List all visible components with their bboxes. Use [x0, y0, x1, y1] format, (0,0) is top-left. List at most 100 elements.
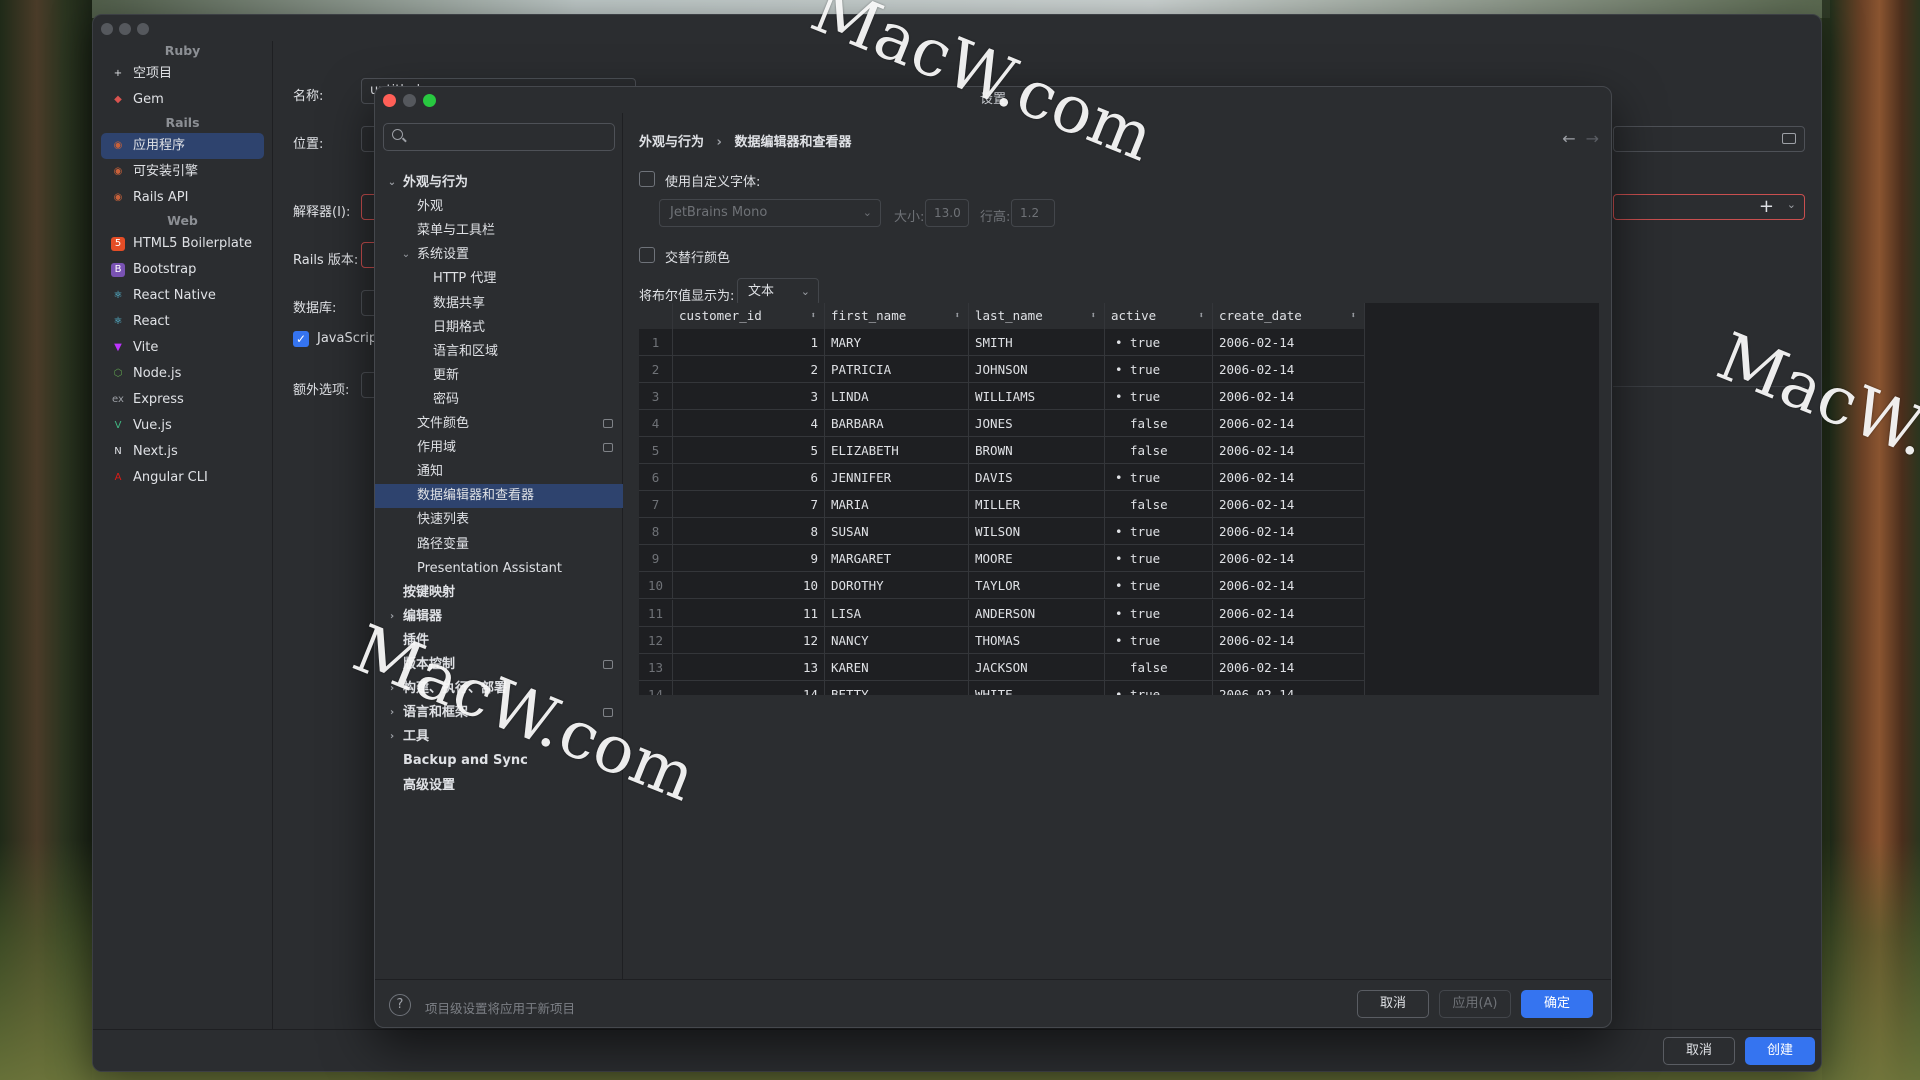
table-cell[interactable]: 2006-02-14	[1213, 356, 1365, 384]
table-cell[interactable]: • true	[1105, 545, 1213, 573]
table-cell[interactable]: 10	[673, 572, 825, 600]
table-cell[interactable]: 12	[673, 626, 825, 654]
table-cell[interactable]: 11	[673, 599, 825, 627]
font-select[interactable]: JetBrains Mono ⌄	[659, 199, 881, 227]
table-cell[interactable]: WILSON	[969, 518, 1105, 546]
table-cell[interactable]: • true	[1105, 329, 1213, 356]
table-cell[interactable]: DAVIS	[969, 464, 1105, 492]
settings-tree-item[interactable]: HTTP 代理	[375, 267, 623, 291]
chevron-down-icon[interactable]: ⌄	[387, 171, 397, 195]
table-cell[interactable]: 2006-02-14	[1213, 572, 1365, 600]
table-row[interactable]: 9 9 MARGARET MOORE • true 2006-02-14	[639, 545, 1365, 573]
sidebar-item[interactable]: V Vue.js	[101, 413, 264, 439]
chevron-right-icon[interactable]: ›	[387, 725, 397, 749]
table-cell[interactable]: • true	[1105, 464, 1213, 492]
close-window-button[interactable]	[101, 23, 113, 35]
minimize-settings-button[interactable]	[403, 94, 416, 107]
table-cell[interactable]: false	[1105, 491, 1213, 519]
table-cell[interactable]: 2006-02-14	[1213, 626, 1365, 654]
settings-tree-item[interactable]: ⌄ 外观与行为	[375, 171, 623, 195]
table-cell[interactable]: PATRICIA	[825, 356, 969, 384]
table-row[interactable]: 2 2 PATRICIA JOHNSON • true 2006-02-14	[639, 356, 1365, 384]
sidebar-item[interactable]: + 空项目	[101, 61, 264, 87]
sort-icon[interactable]: ⬍	[811, 303, 816, 329]
table-cell[interactable]: 8	[673, 518, 825, 546]
table-cell[interactable]: ELIZABETH	[825, 437, 969, 465]
grid-column-header[interactable]: first_name ⬍	[825, 303, 969, 329]
table-cell[interactable]: 2	[673, 356, 825, 384]
table-cell[interactable]: LINDA	[825, 383, 969, 411]
location-field-end[interactable]	[1613, 126, 1805, 152]
table-cell[interactable]: • true	[1105, 383, 1213, 411]
settings-tree-item[interactable]: 日期格式	[375, 316, 623, 340]
add-interpreter-icon[interactable]: +	[1759, 196, 1774, 217]
table-cell[interactable]: false	[1105, 653, 1213, 681]
table-cell[interactable]: 7	[673, 491, 825, 519]
zoom-settings-button[interactable]	[423, 94, 436, 107]
table-cell[interactable]: 2006-02-14	[1213, 653, 1365, 681]
grid-column-header[interactable]: last_name ⬍	[969, 303, 1105, 329]
table-cell[interactable]: THOMAS	[969, 626, 1105, 654]
sidebar-item[interactable]: 5 HTML5 Boilerplate	[101, 231, 264, 257]
table-cell[interactable]: JENNIFER	[825, 464, 969, 492]
table-cell[interactable]: 2006-02-14	[1213, 329, 1365, 356]
grid-column-header[interactable]: customer_id ⬍	[673, 303, 825, 329]
table-cell[interactable]: 2006-02-14	[1213, 491, 1365, 519]
table-row[interactable]: 3 3 LINDA WILLIAMS • true 2006-02-14	[639, 383, 1365, 411]
table-cell[interactable]: SMITH	[969, 329, 1105, 356]
forward-arrow-icon[interactable]: →	[1586, 129, 1599, 148]
settings-tree-item[interactable]: 数据编辑器和查看器	[375, 484, 623, 509]
settings-tree-item[interactable]: 语言和区域	[375, 340, 623, 364]
project-cancel-button[interactable]: 取消	[1663, 1037, 1735, 1065]
table-row[interactable]: 13 13 KAREN JACKSON false 2006-02-14	[639, 653, 1365, 681]
table-cell[interactable]: 9	[673, 545, 825, 573]
table-cell[interactable]: false	[1105, 437, 1213, 465]
settings-tree-item[interactable]: 通知	[375, 460, 623, 484]
zoom-window-button[interactable]	[137, 23, 149, 35]
close-settings-button[interactable]	[383, 94, 396, 107]
sidebar-item[interactable]: B Bootstrap	[101, 257, 264, 283]
grid-column-header[interactable]: active ⬍	[1105, 303, 1213, 329]
settings-tree-item[interactable]: Presentation Assistant	[375, 557, 623, 581]
table-cell[interactable]: MILLER	[969, 491, 1105, 519]
alternate-row-checkbox[interactable]	[639, 247, 655, 263]
table-cell[interactable]: NANCY	[825, 626, 969, 654]
line-height-input[interactable]: 1.2	[1011, 199, 1055, 227]
table-cell[interactable]: 2006-02-14	[1213, 599, 1365, 627]
settings-tree-item[interactable]: 按键映射	[375, 581, 623, 605]
sort-icon[interactable]: ⬍	[1351, 303, 1356, 329]
table-cell[interactable]: 4	[673, 410, 825, 438]
table-cell[interactable]: 2006-02-14	[1213, 464, 1365, 492]
table-row[interactable]: 1 1 MARY SMITH • true 2006-02-14	[639, 329, 1365, 356]
table-cell[interactable]: 2006-02-14	[1213, 437, 1365, 465]
settings-tree-item[interactable]: › 编辑器	[375, 605, 623, 629]
sidebar-item[interactable]: ▼ Vite	[101, 335, 264, 361]
chevron-down-icon[interactable]: ⌄	[401, 243, 411, 267]
table-cell[interactable]: LISA	[825, 599, 969, 627]
boolean-display-select[interactable]: 文本 ⌄	[737, 278, 819, 306]
table-cell[interactable]: WHITE	[969, 680, 1105, 695]
table-cell[interactable]: 5	[673, 437, 825, 465]
table-cell[interactable]: BETTY	[825, 680, 969, 695]
table-row[interactable]: 7 7 MARIA MILLER false 2006-02-14	[639, 491, 1365, 519]
settings-tree-item[interactable]: 数据共享	[375, 292, 623, 316]
table-cell[interactable]: 13	[673, 653, 825, 681]
table-cell[interactable]: MARY	[825, 329, 969, 356]
size-input[interactable]: 13.0	[925, 199, 969, 227]
settings-tree-item[interactable]: ⌄ 系统设置	[375, 243, 623, 267]
grid-column-header[interactable]: create_date ⬍	[1213, 303, 1365, 329]
table-cell[interactable]: 3	[673, 383, 825, 411]
table-cell[interactable]: • true	[1105, 599, 1213, 627]
custom-font-checkbox[interactable]	[639, 171, 655, 187]
table-cell[interactable]: 2006-02-14	[1213, 545, 1365, 573]
table-cell[interactable]: false	[1105, 410, 1213, 438]
table-cell[interactable]: JONES	[969, 410, 1105, 438]
chevron-right-icon[interactable]: ›	[387, 701, 397, 725]
help-icon[interactable]: ?	[389, 994, 411, 1016]
breadcrumb-parent[interactable]: 外观与行为	[639, 135, 704, 150]
table-cell[interactable]: MOORE	[969, 545, 1105, 573]
table-cell[interactable]: • true	[1105, 356, 1213, 384]
sidebar-item[interactable]: ⬡ Node.js	[101, 361, 264, 387]
table-row[interactable]: 12 12 NANCY THOMAS • true 2006-02-14	[639, 626, 1365, 654]
table-cell[interactable]: 1	[673, 329, 825, 356]
